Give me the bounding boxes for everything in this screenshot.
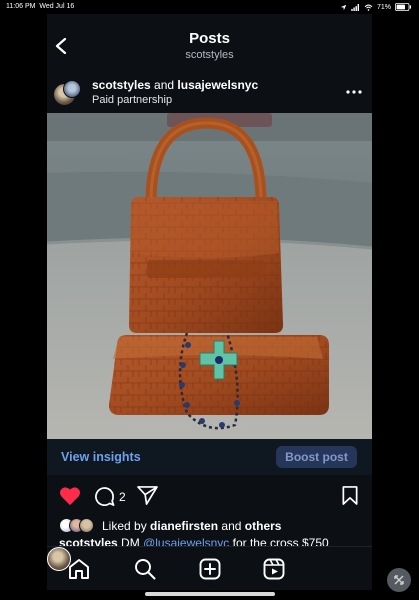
liked-by-prefix: Liked by <box>102 519 147 533</box>
save-icon[interactable] <box>342 486 358 505</box>
liked-by-row[interactable]: Liked by dianefirsten and others <box>59 518 359 534</box>
avatar[interactable] <box>63 80 81 98</box>
view-insights-link[interactable]: View insights <box>61 450 141 464</box>
posts-header: Posts scotstyles <box>47 14 372 74</box>
handbag-photo <box>47 113 372 439</box>
author-connector: and <box>154 78 175 92</box>
paid-partnership-label[interactable]: Paid partnership <box>92 94 172 106</box>
search-icon[interactable] <box>134 558 156 580</box>
more-icon[interactable] <box>346 89 362 95</box>
assistive-touch-button[interactable] <box>387 568 411 592</box>
liker-avatars <box>59 518 99 534</box>
collaborator-username[interactable]: lusajewelsnyc <box>177 78 258 92</box>
page-title: Posts <box>189 30 230 47</box>
liked-by-connector: and <box>221 519 242 533</box>
location-icon <box>340 4 347 10</box>
post-header: scotstyles and lusajewelsnyc Paid partne… <box>47 74 372 114</box>
home-icon[interactable] <box>68 558 90 580</box>
share-icon[interactable] <box>137 486 158 505</box>
status-bar: 11:06 PM Wed Jul 16 71% <box>0 0 419 14</box>
post-authors: scotstyles and lusajewelsnyc <box>92 78 258 92</box>
liked-by-text: Liked by dianefirsten and others <box>102 519 281 533</box>
create-icon[interactable] <box>199 558 221 580</box>
status-time-date: 11:06 PM Wed Jul 16 <box>6 3 75 10</box>
insights-bar: View insights Boost post <box>47 439 372 475</box>
home-indicator[interactable] <box>145 592 275 596</box>
wifi-icon <box>364 4 373 11</box>
page-subtitle: scotstyles <box>185 49 234 61</box>
collab-avatars[interactable] <box>53 80 81 108</box>
author-username[interactable]: scotstyles <box>92 78 151 92</box>
post-actions: 2 <box>47 486 372 510</box>
bottom-nav <box>47 546 372 590</box>
boost-post-button[interactable]: Boost post <box>276 446 357 468</box>
signal-icon <box>351 3 359 11</box>
battery-icon <box>395 3 411 11</box>
liked-by-others[interactable]: others <box>245 519 282 533</box>
liker-username[interactable]: dianefirsten <box>150 519 218 533</box>
heart-icon[interactable] <box>59 486 81 506</box>
instagram-app: Posts scotstyles scotstyles and lusajewe… <box>47 14 372 590</box>
assistive-touch-icon <box>394 575 404 585</box>
status-indicators: 71% <box>340 3 411 11</box>
battery-percent: 71% <box>376 3 391 11</box>
comment-count: 2 <box>119 490 126 504</box>
post-image[interactable] <box>47 113 372 439</box>
comment-icon[interactable] <box>94 486 115 507</box>
avatar <box>79 518 94 533</box>
reels-icon[interactable] <box>263 558 285 580</box>
